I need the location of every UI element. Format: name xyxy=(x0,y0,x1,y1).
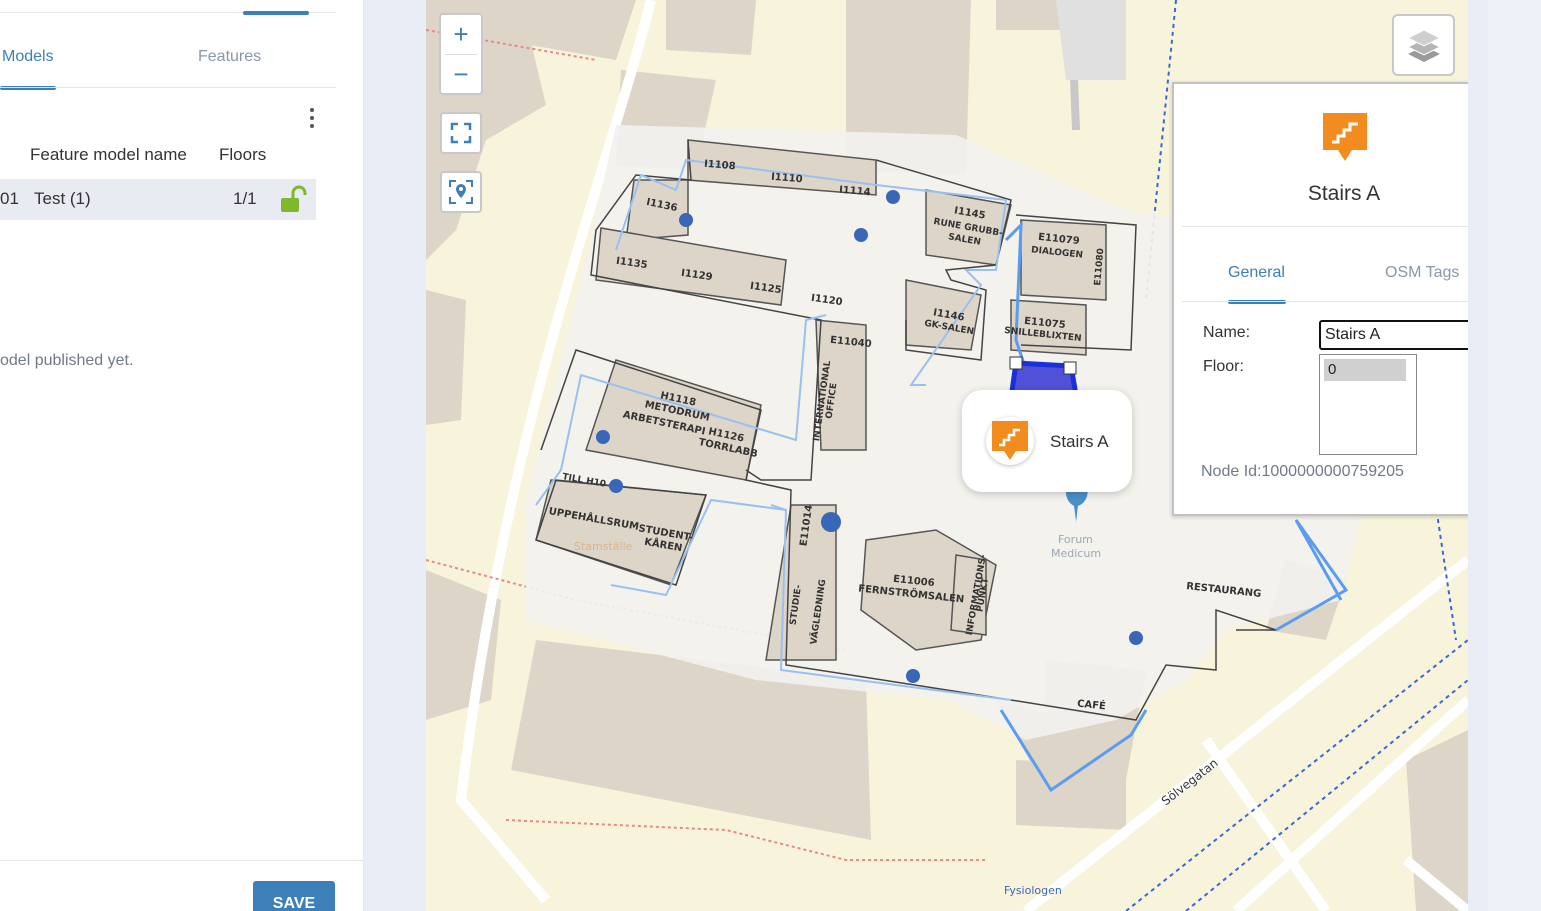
room-label[interactable]: E11079 xyxy=(1038,232,1081,247)
room-label[interactable]: E11014 xyxy=(798,504,815,547)
room-label[interactable]: CAFÉ xyxy=(1077,699,1107,713)
room-label[interactable]: I1145 xyxy=(953,205,986,221)
map-canvas[interactable]: I1108 I1110 I1114 I1136 I1145 RUNE GRUBB… xyxy=(426,0,1468,911)
row-floors: 1/1 xyxy=(233,189,257,208)
room-label[interactable]: I1135 xyxy=(615,256,648,271)
top-tab-indicator xyxy=(243,11,309,15)
locate-button[interactable] xyxy=(440,171,482,213)
feature-popup: ✕ Stairs A General OSM Tags Name: Floor:… xyxy=(1172,82,1468,516)
popup-title: Stairs A xyxy=(1307,182,1381,205)
room-label[interactable]: UPPEHÅLLSRUM xyxy=(548,506,640,533)
room-label[interactable]: STUDIE- xyxy=(789,584,805,626)
table-row[interactable]: 01 Test (1) 1/1 xyxy=(0,179,316,220)
room-label[interactable]: I1120 xyxy=(810,293,843,308)
fullscreen-icon xyxy=(450,122,472,144)
zoom-in-button[interactable]: + xyxy=(441,15,481,54)
more-options-icon[interactable] xyxy=(302,104,322,132)
room-label[interactable]: I1110 xyxy=(771,172,803,186)
tooltip-label: Stairs A xyxy=(1050,432,1109,451)
tabs-divider xyxy=(0,87,336,88)
layers-icon xyxy=(1406,29,1441,62)
tab-features[interactable]: Features xyxy=(198,48,261,66)
floor-option[interactable]: 0 xyxy=(1324,359,1406,381)
room-label[interactable]: I1136 xyxy=(645,197,678,214)
row-model-name: Test (1) xyxy=(34,189,91,208)
zoom-out-button[interactable]: − xyxy=(441,55,481,94)
column-header-name[interactable]: Feature model name xyxy=(30,145,187,165)
room-label[interactable]: VÄGLEDNING xyxy=(809,579,828,646)
poi-label[interactable]: Forum xyxy=(1058,533,1093,546)
room-label[interactable]: E11040 xyxy=(830,335,873,350)
room-label[interactable]: GK-SALEN xyxy=(924,319,975,338)
column-header-floors[interactable]: Floors xyxy=(219,145,266,165)
fullscreen-button[interactable] xyxy=(440,112,482,154)
floor-listbox[interactable]: 0 xyxy=(1319,354,1417,455)
room-label[interactable]: I1129 xyxy=(680,268,713,283)
stairs-icon xyxy=(986,417,1034,465)
floor-label: Floor: xyxy=(1203,358,1244,375)
room-label[interactable]: TILL H10 xyxy=(561,472,606,490)
node-id: Node Id:1000000000759205 xyxy=(1201,463,1404,480)
right-margin xyxy=(1488,0,1541,911)
room-label[interactable]: I1114 xyxy=(839,185,871,199)
empty-message: odel published yet. xyxy=(0,352,134,369)
poi-label[interactable]: Stamställe xyxy=(574,540,632,553)
room-label[interactable]: RESTAURANG xyxy=(1186,581,1262,600)
poi-label[interactable]: Fysiologen xyxy=(1004,884,1062,897)
save-button[interactable]: SAVE xyxy=(253,881,335,911)
left-panel: Models Features Feature model name Floor… xyxy=(0,0,364,911)
name-input[interactable] xyxy=(1319,320,1468,350)
room-label[interactable]: I1125 xyxy=(749,281,782,296)
stairs-icon xyxy=(1323,113,1367,161)
unlocked-icon[interactable] xyxy=(278,185,308,215)
name-label: Name: xyxy=(1203,324,1251,341)
street-label: Sölvegatan xyxy=(1158,755,1221,809)
tab-osm-tags[interactable]: OSM Tags xyxy=(1385,264,1459,282)
tab-models[interactable]: Models xyxy=(2,48,54,66)
tab-general[interactable]: General xyxy=(1228,264,1285,282)
zoom-control: + − xyxy=(439,13,483,95)
locate-icon xyxy=(449,180,473,204)
room-label[interactable]: E11080 xyxy=(1093,248,1106,286)
poi-label[interactable]: Medicum xyxy=(1051,547,1101,560)
bottom-divider xyxy=(0,860,364,861)
map-container: I1108 I1110 I1114 I1136 I1145 RUNE GRUBB… xyxy=(364,0,1541,911)
feature-tooltip[interactable]: Stairs A xyxy=(962,390,1132,492)
room-label[interactable]: DIALOGEN xyxy=(1031,245,1084,260)
layers-button[interactable] xyxy=(1392,14,1455,76)
row-id: 01 xyxy=(0,189,19,208)
room-label[interactable]: I1108 xyxy=(704,159,736,173)
